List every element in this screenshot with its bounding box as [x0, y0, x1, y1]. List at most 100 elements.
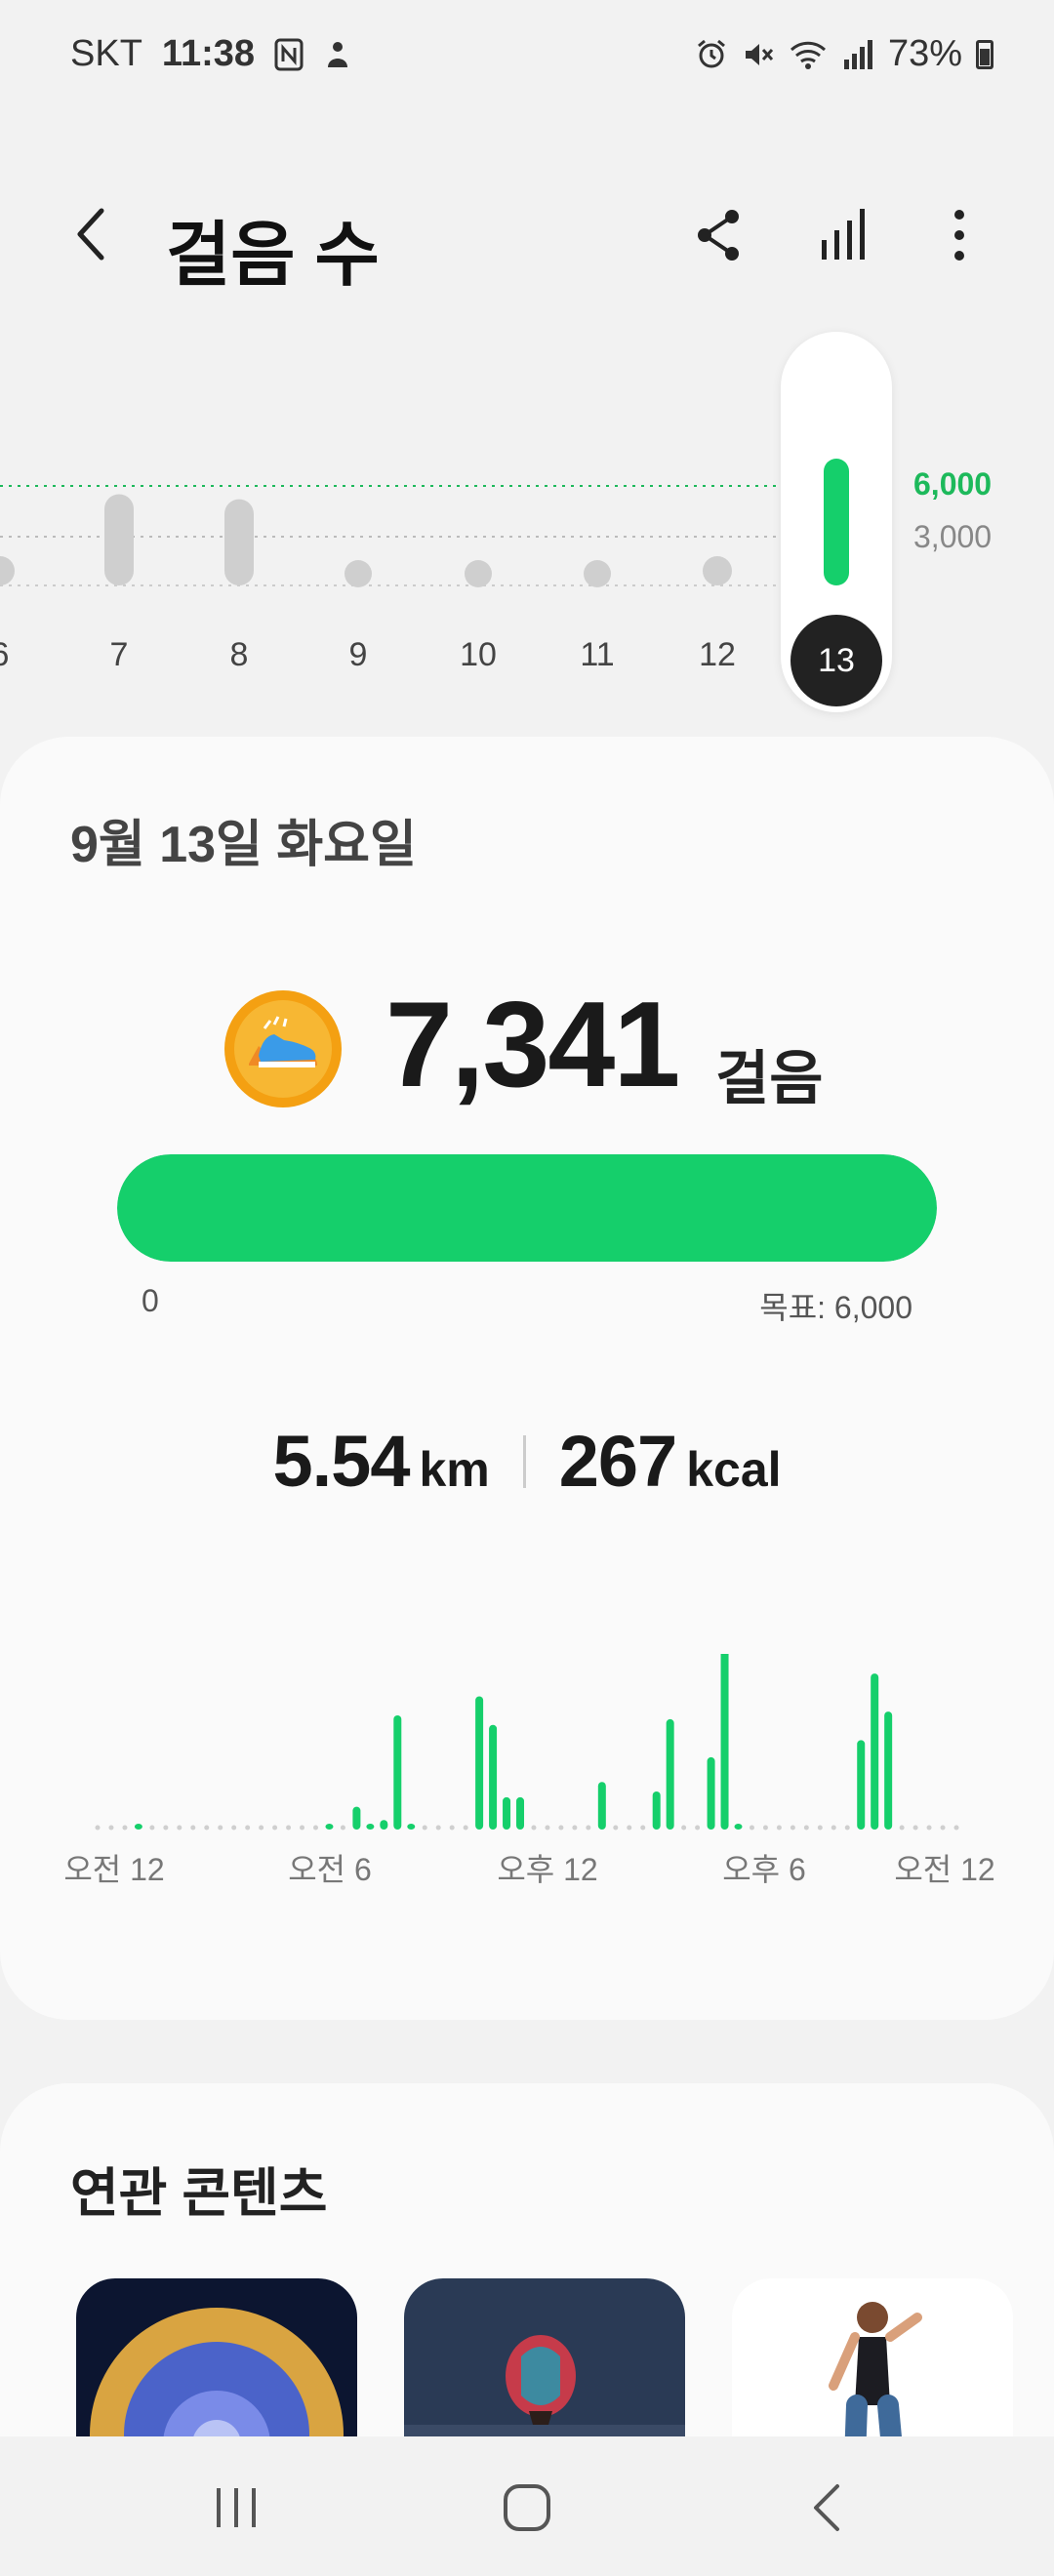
daily-bars [0, 459, 849, 587]
mid-axis-label: 3,000 [913, 519, 993, 554]
more-icon[interactable] [925, 201, 993, 269]
hour-bar [366, 1824, 375, 1830]
alarm-icon [697, 39, 725, 67]
hour-dot [831, 1825, 836, 1831]
hour-dot [640, 1825, 646, 1831]
day-label-10[interactable]: 10 [439, 636, 517, 674]
hour-axis-label: 오후 12 [497, 1852, 598, 1887]
hour-axis-label: 오후 6 [722, 1852, 806, 1887]
goal-axis-label: 6,000 [913, 466, 993, 502]
day-label-12[interactable]: 12 [678, 636, 756, 674]
progress-goal-label: 목표: 6,000 [759, 1290, 912, 1325]
hour-dot [122, 1825, 128, 1831]
hour-bar [707, 1756, 715, 1830]
hour-dot [844, 1825, 850, 1831]
hour-dot [762, 1825, 768, 1831]
calorie-unit: kcal [686, 1442, 782, 1497]
carrier-label: SKT [70, 33, 142, 74]
nfc-icon [274, 38, 304, 70]
hour-dot [940, 1825, 946, 1831]
daily-summary-card: 9월 13일 화요일 7,341 걸음 0 목표: 6,000 5.54 km 2… [0, 737, 1054, 2020]
day-bar-6[interactable] [0, 556, 15, 585]
day-label-11[interactable]: 11 [558, 636, 636, 674]
hour-bar [352, 1806, 361, 1830]
signal-icon [843, 39, 872, 69]
hour-dot [286, 1825, 292, 1831]
distance-unit: km [419, 1442, 490, 1497]
selected-day-label[interactable]: 13 [790, 615, 882, 706]
hour-dot [627, 1825, 632, 1831]
distance-stat: 5.54 km [272, 1420, 489, 1503]
day-bar-11[interactable] [584, 560, 611, 587]
battery-icon [976, 39, 993, 69]
calorie-stat: 267 kcal [559, 1420, 782, 1503]
battery-percent: 73% [887, 33, 962, 74]
day-bar-10[interactable] [465, 560, 492, 587]
stat-divider [522, 1434, 526, 1488]
status-time: 11:38 [161, 33, 255, 74]
hourly-bars [95, 1654, 959, 1831]
recent-apps-icon[interactable] [207, 2480, 265, 2535]
day-bar-7[interactable] [104, 494, 134, 586]
date-title: 9월 13일 화요일 [70, 817, 417, 873]
daily-steps-chart: 6,000 3,000 6 7 8 9 10 11 12 13 [0, 332, 1054, 722]
hour-dot [912, 1825, 918, 1831]
hour-dot [695, 1825, 701, 1831]
day-label-6[interactable]: 6 [0, 636, 39, 674]
steps-count: 7,341 [385, 978, 680, 1112]
status-bar: SKT 11:38 73% [0, 0, 1054, 107]
hour-dot [613, 1825, 619, 1831]
app-bar: 걸음 수 [0, 176, 1054, 295]
home-icon[interactable] [498, 2480, 556, 2535]
day-label-9[interactable]: 9 [319, 636, 397, 674]
page-title: 걸음 수 [166, 217, 380, 295]
hour-dot [312, 1825, 318, 1831]
hour-dot [218, 1825, 223, 1831]
hour-bar [134, 1824, 142, 1830]
hour-bar [325, 1824, 334, 1830]
day-bar-8[interactable] [224, 499, 254, 585]
status-left: SKT 11:38 [70, 33, 352, 75]
hour-dot [245, 1825, 251, 1831]
back-icon[interactable] [798, 2480, 857, 2535]
hour-dot [776, 1825, 782, 1831]
share-icon[interactable] [685, 201, 753, 269]
back-arrow-icon[interactable] [59, 195, 127, 273]
hour-dot [204, 1825, 210, 1831]
hour-bar [503, 1796, 511, 1830]
day-bar-12[interactable] [703, 556, 732, 585]
day-label-7[interactable]: 7 [80, 636, 158, 674]
hour-axis-label: 오전 6 [288, 1852, 372, 1887]
hour-dot [422, 1825, 427, 1831]
hour-bar [666, 1718, 674, 1830]
hour-dot [463, 1825, 468, 1831]
hour-dot [545, 1825, 550, 1831]
hour-dot [790, 1825, 795, 1831]
hour-dot [300, 1825, 305, 1831]
day-bar-13[interactable] [824, 459, 849, 585]
hour-bar [393, 1715, 402, 1830]
hour-bar [597, 1782, 606, 1830]
hour-dot [190, 1825, 196, 1831]
distance-calorie-stats: 5.54 km 267 kcal [0, 1420, 1054, 1503]
chart-icon[interactable] [810, 201, 878, 269]
calorie-value: 267 [558, 1421, 677, 1502]
hour-bar [652, 1791, 661, 1830]
hour-dot [259, 1825, 264, 1831]
hour-dot [177, 1825, 182, 1831]
day-label-8[interactable]: 8 [200, 636, 278, 674]
steps-progress-bar [117, 1154, 937, 1262]
day-bar-9[interactable] [345, 560, 372, 587]
hour-dot [572, 1825, 578, 1831]
hour-dot [163, 1825, 169, 1831]
status-right: 73% [695, 33, 993, 75]
wifi-icon [790, 41, 826, 69]
distance-value: 5.54 [272, 1421, 410, 1502]
hour-dot [231, 1825, 237, 1831]
hour-bar [516, 1796, 525, 1830]
hour-dot [926, 1825, 932, 1831]
hour-bar [871, 1673, 879, 1830]
hour-dot [435, 1825, 441, 1831]
hour-dot [749, 1825, 754, 1831]
system-nav-bar [0, 2436, 1054, 2576]
